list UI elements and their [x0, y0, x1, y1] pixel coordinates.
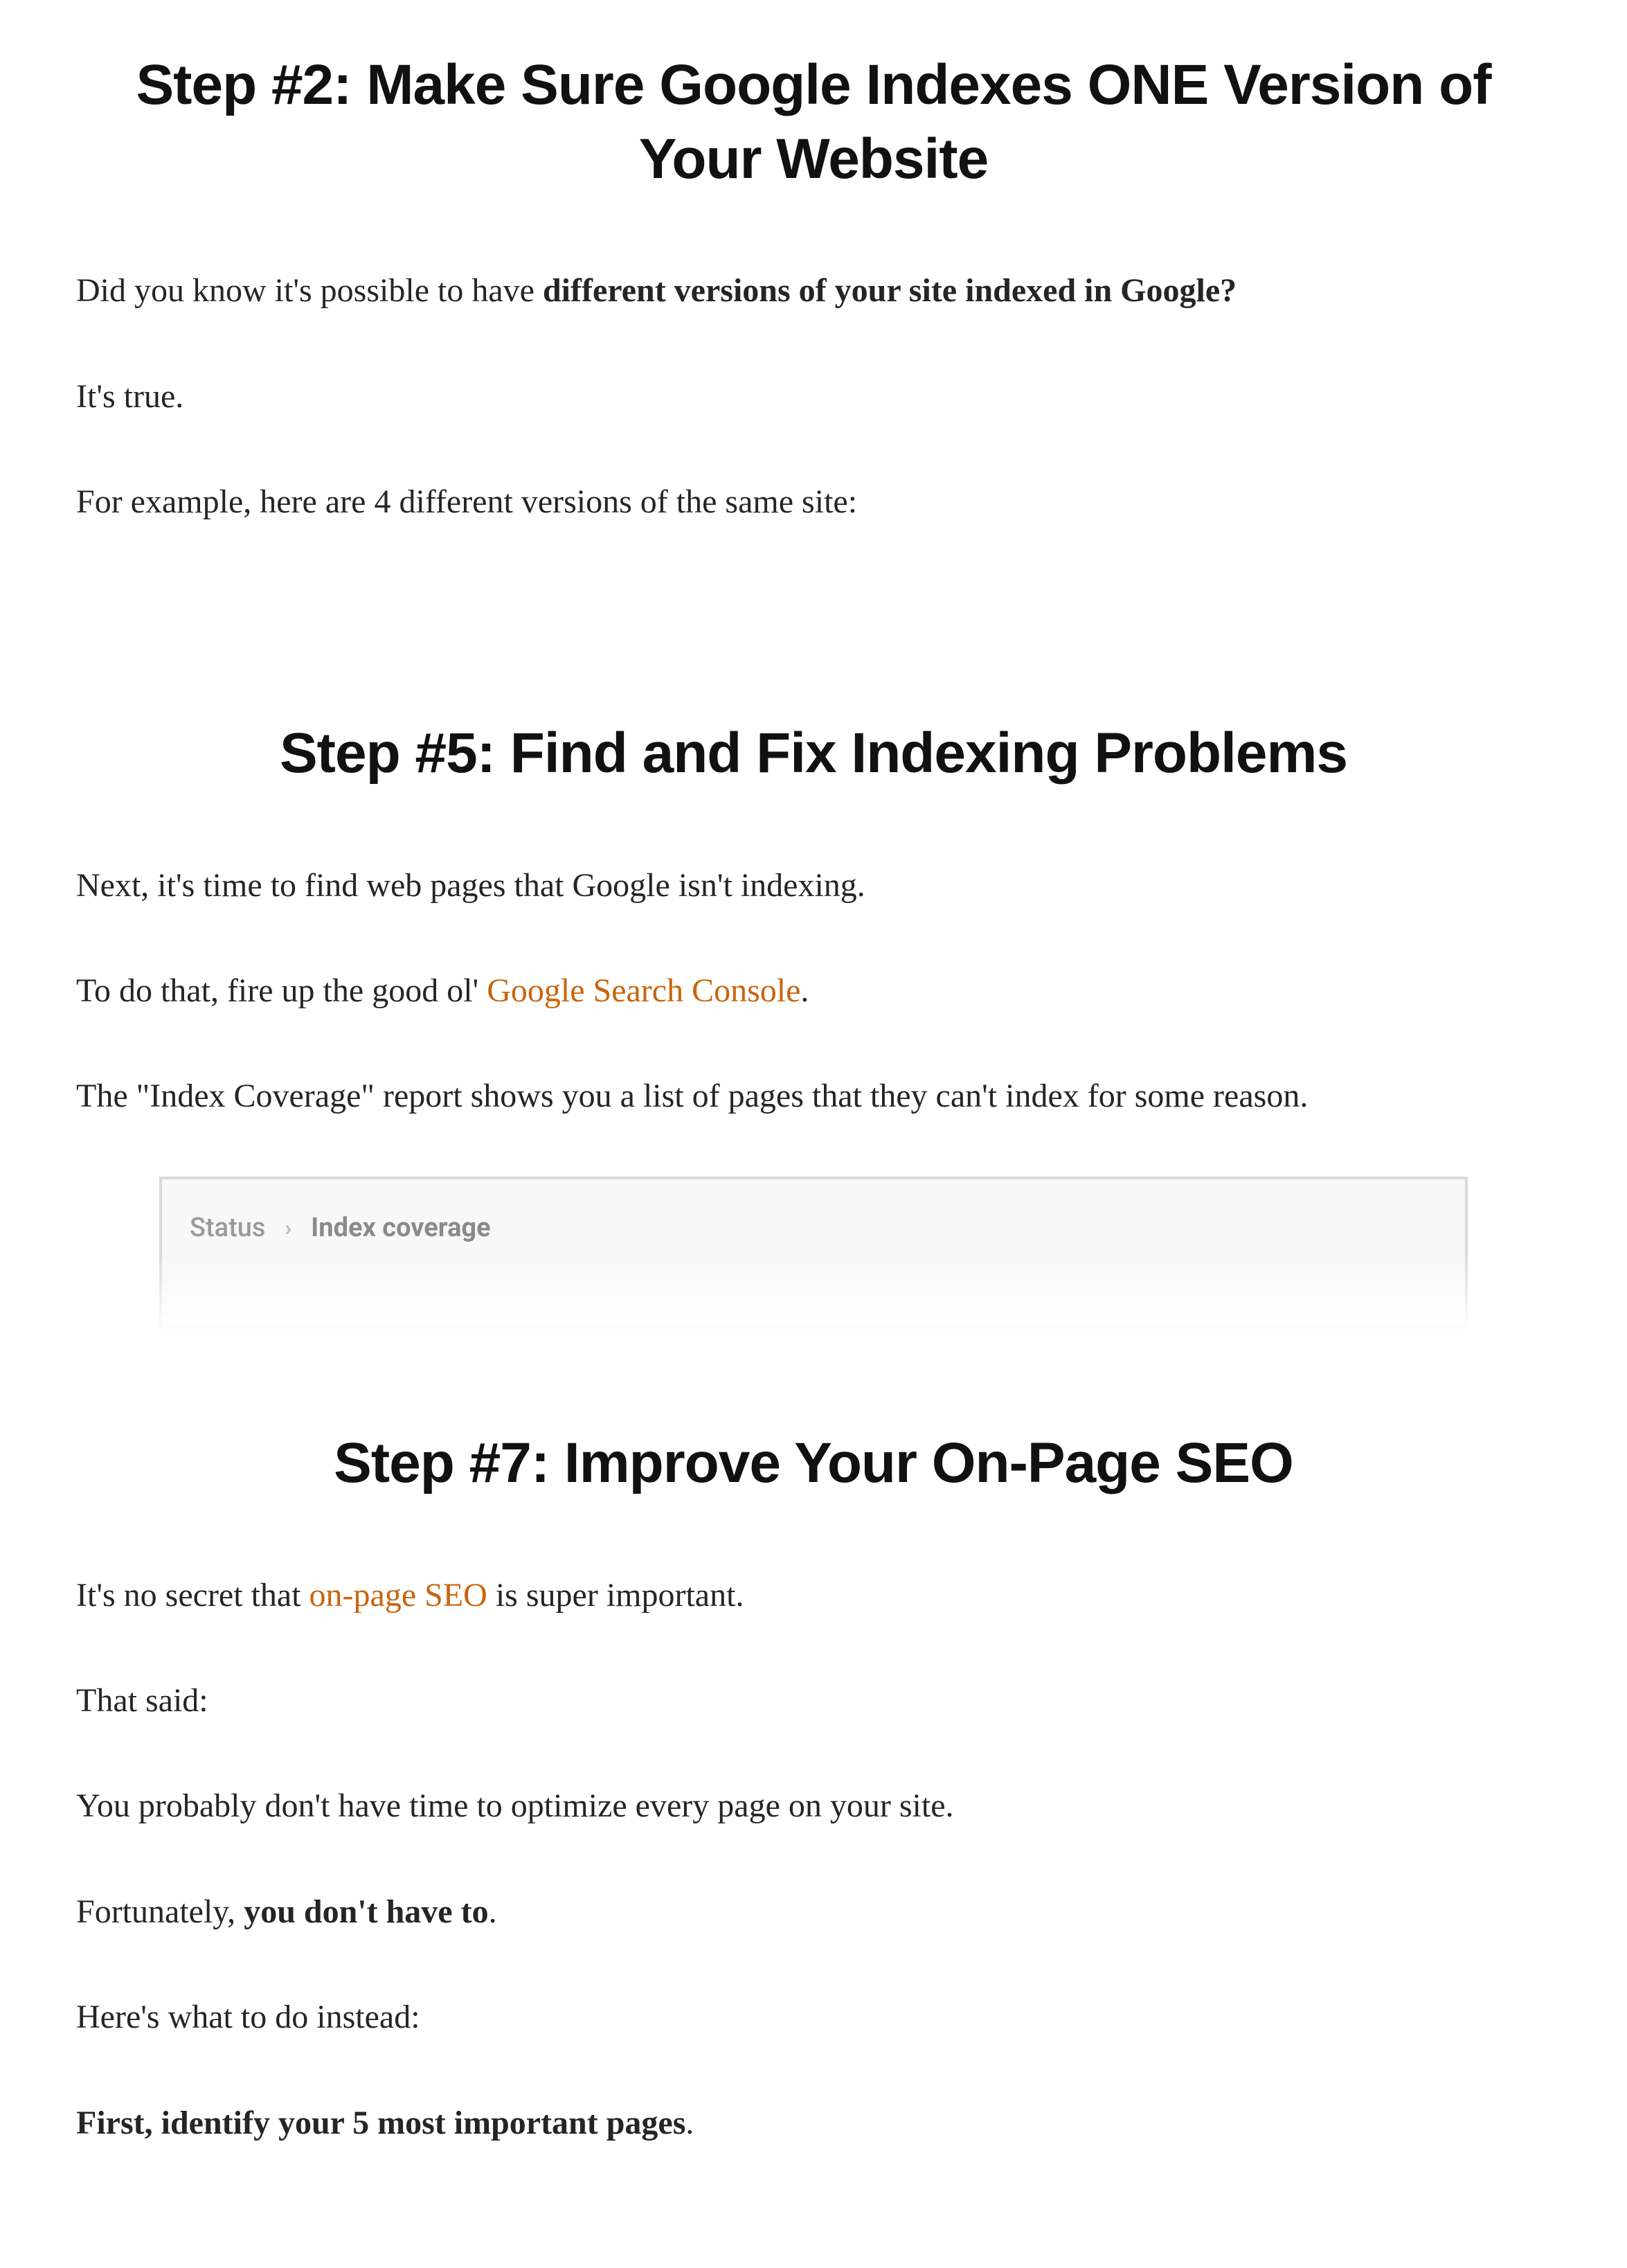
bold-text: you don't have to	[244, 1893, 488, 1930]
breadcrumb-item-index-coverage: Index coverage	[311, 1213, 490, 1243]
paragraph: That said:	[76, 1675, 1551, 1726]
text-span: Fortunately,	[76, 1893, 244, 1930]
breadcrumb-item-status: Status	[190, 1213, 266, 1243]
text-span: It's no secret that	[76, 1577, 309, 1614]
heading-step-5: Step #5: Find and Fix Indexing Problems	[76, 717, 1551, 791]
paragraph: The "Index Coverage" report shows you a …	[76, 1071, 1551, 1122]
text-span: is super important.	[487, 1577, 744, 1614]
body-step-7: It's no secret that on-page SEO is super…	[76, 1570, 1551, 2149]
paragraph: Fortunately, you don't have to.	[76, 1886, 1551, 1938]
paragraph: Here's what to do instead:	[76, 1992, 1551, 2043]
paragraph: It's no secret that on-page SEO is super…	[76, 1570, 1551, 1621]
paragraph: You probably don't have time to optimize…	[76, 1780, 1551, 1832]
text-span: .	[489, 1893, 497, 1930]
link-google-search-console[interactable]: Google Search Console	[487, 972, 800, 1009]
text-span: .	[800, 972, 809, 1009]
text-span: .	[685, 2105, 694, 2141]
body-step-5: Next, it's time to find web pages that G…	[76, 860, 1551, 1123]
bold-text: different versions of your site indexed …	[543, 272, 1237, 309]
section-step-7: Step #7: Improve Your On-Page SEO It's n…	[0, 1378, 1627, 2268]
breadcrumb: Status › Index coverage	[190, 1213, 1437, 1243]
heading-step-7: Step #7: Improve Your On-Page SEO	[76, 1427, 1551, 1501]
paragraph: First, identify your 5 most important pa…	[76, 2098, 1551, 2149]
bold-text: First, identify your 5 most important pa…	[76, 2105, 685, 2141]
fade-overlay	[0, 544, 1627, 668]
paragraph: Did you know it's possible to have diffe…	[76, 265, 1551, 316]
link-on-page-seo[interactable]: on-page SEO	[309, 1577, 487, 1614]
paragraph: It's true.	[76, 371, 1551, 422]
section-step-5: Step #5: Find and Fix Indexing Problems …	[0, 668, 1627, 1378]
paragraph: For example, here are 4 different versio…	[76, 476, 1551, 528]
heading-step-2: Step #2: Make Sure Google Indexes ONE Ve…	[76, 48, 1551, 196]
text-span: To do that, fire up the good ol'	[76, 972, 487, 1009]
fade-overlay	[0, 2143, 1627, 2268]
paragraph: Next, it's time to find web pages that G…	[76, 860, 1551, 911]
paragraph: To do that, fire up the good ol' Google …	[76, 965, 1551, 1017]
screenshot-embed: Status › Index coverage	[159, 1177, 1468, 1329]
chevron-right-icon: ›	[285, 1215, 292, 1241]
section-step-2: Step #2: Make Sure Google Indexes ONE Ve…	[0, 0, 1627, 668]
body-step-2: Did you know it's possible to have diffe…	[76, 265, 1551, 528]
text-span: Did you know it's possible to have	[76, 272, 543, 309]
gsc-panel: Status › Index coverage	[159, 1177, 1468, 1329]
